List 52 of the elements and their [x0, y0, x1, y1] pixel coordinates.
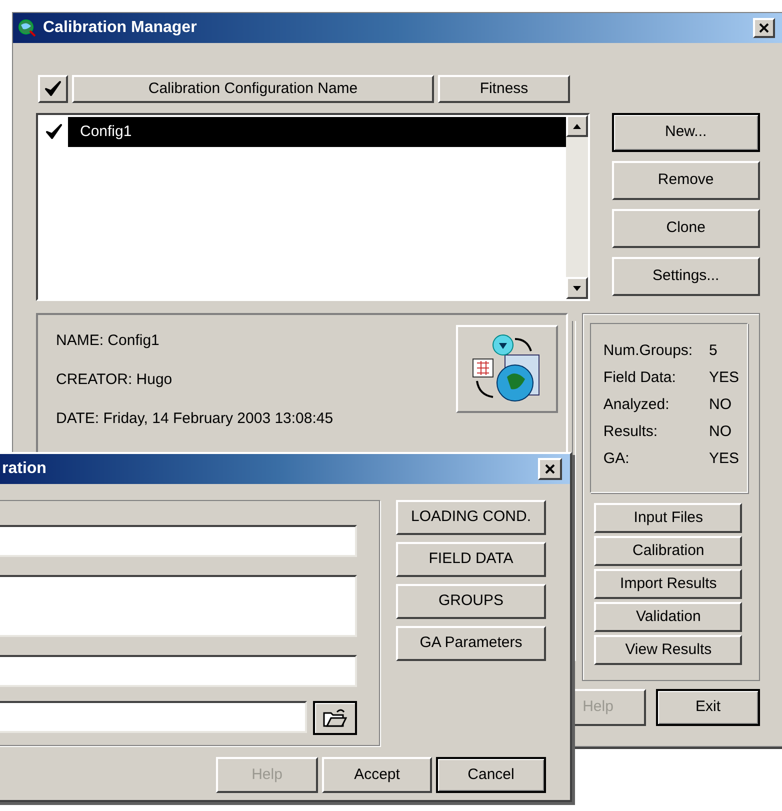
button[interactable]: View Results	[594, 635, 742, 665]
browse-button[interactable]	[313, 701, 357, 735]
column-header[interactable]	[38, 75, 68, 103]
button[interactable]: Import Results	[594, 569, 742, 599]
button[interactable]: Clone	[612, 209, 760, 248]
button[interactable]: Accept	[322, 757, 432, 793]
checkmark-icon[interactable]	[45, 123, 63, 141]
button[interactable]: GROUPS	[396, 584, 546, 619]
close-icon	[545, 464, 555, 474]
scroll-up-button[interactable]	[566, 115, 588, 137]
status-label: GA:	[603, 449, 630, 469]
button[interactable]: LOADING COND.	[396, 500, 546, 535]
down-arrow-icon	[572, 286, 581, 290]
checkmark-icon[interactable]	[44, 80, 62, 98]
button[interactable]: Exit	[656, 689, 760, 726]
column-header[interactable]: Fitness	[438, 75, 570, 103]
button[interactable]: GA Parameters	[396, 626, 546, 661]
list-item[interactable]: Config1	[68, 117, 566, 147]
globe-icon	[17, 18, 37, 38]
button[interactable]: Cancel	[436, 757, 546, 793]
button[interactable]: Calibration	[594, 536, 742, 566]
close-icon	[759, 23, 769, 33]
status-value: NO	[709, 395, 732, 415]
close-button[interactable]	[753, 18, 775, 38]
detail-text: CREATOR: Hugo	[56, 370, 174, 390]
status-value: YES	[709, 368, 740, 388]
column-header[interactable]: Calibration Configuration Name	[72, 75, 434, 103]
up-arrow-icon	[572, 124, 581, 128]
close-button[interactable]	[538, 458, 562, 480]
status-label: Results:	[603, 422, 659, 442]
button[interactable]: Input Files	[594, 503, 742, 533]
detail-text: NAME: Config1	[56, 331, 160, 351]
window-title: ration	[2, 459, 46, 479]
input-field[interactable]	[0, 701, 307, 733]
status-label: Analyzed:	[603, 395, 670, 415]
button[interactable]: New...	[612, 113, 760, 152]
button[interactable]: Settings...	[612, 257, 760, 296]
status-value: NO	[709, 422, 732, 442]
status-value: YES	[709, 449, 740, 469]
detail-text: DATE: Friday, 14 February 2003 13:08:45	[56, 409, 334, 429]
input-field[interactable]	[0, 525, 357, 557]
button[interactable]: Validation	[594, 602, 742, 632]
status-label: Num.Groups:	[603, 341, 694, 361]
folder-icon	[323, 708, 347, 728]
status-value: 5	[709, 341, 718, 361]
button[interactable]: Remove	[612, 161, 760, 200]
window-title: Calibration Manager	[43, 18, 197, 38]
text-area[interactable]	[0, 575, 357, 637]
button[interactable]: FIELD DATA	[396, 542, 546, 577]
input-field[interactable]	[0, 655, 357, 687]
status-label: Field Data:	[603, 368, 677, 388]
scroll-down-button[interactable]	[566, 277, 588, 299]
